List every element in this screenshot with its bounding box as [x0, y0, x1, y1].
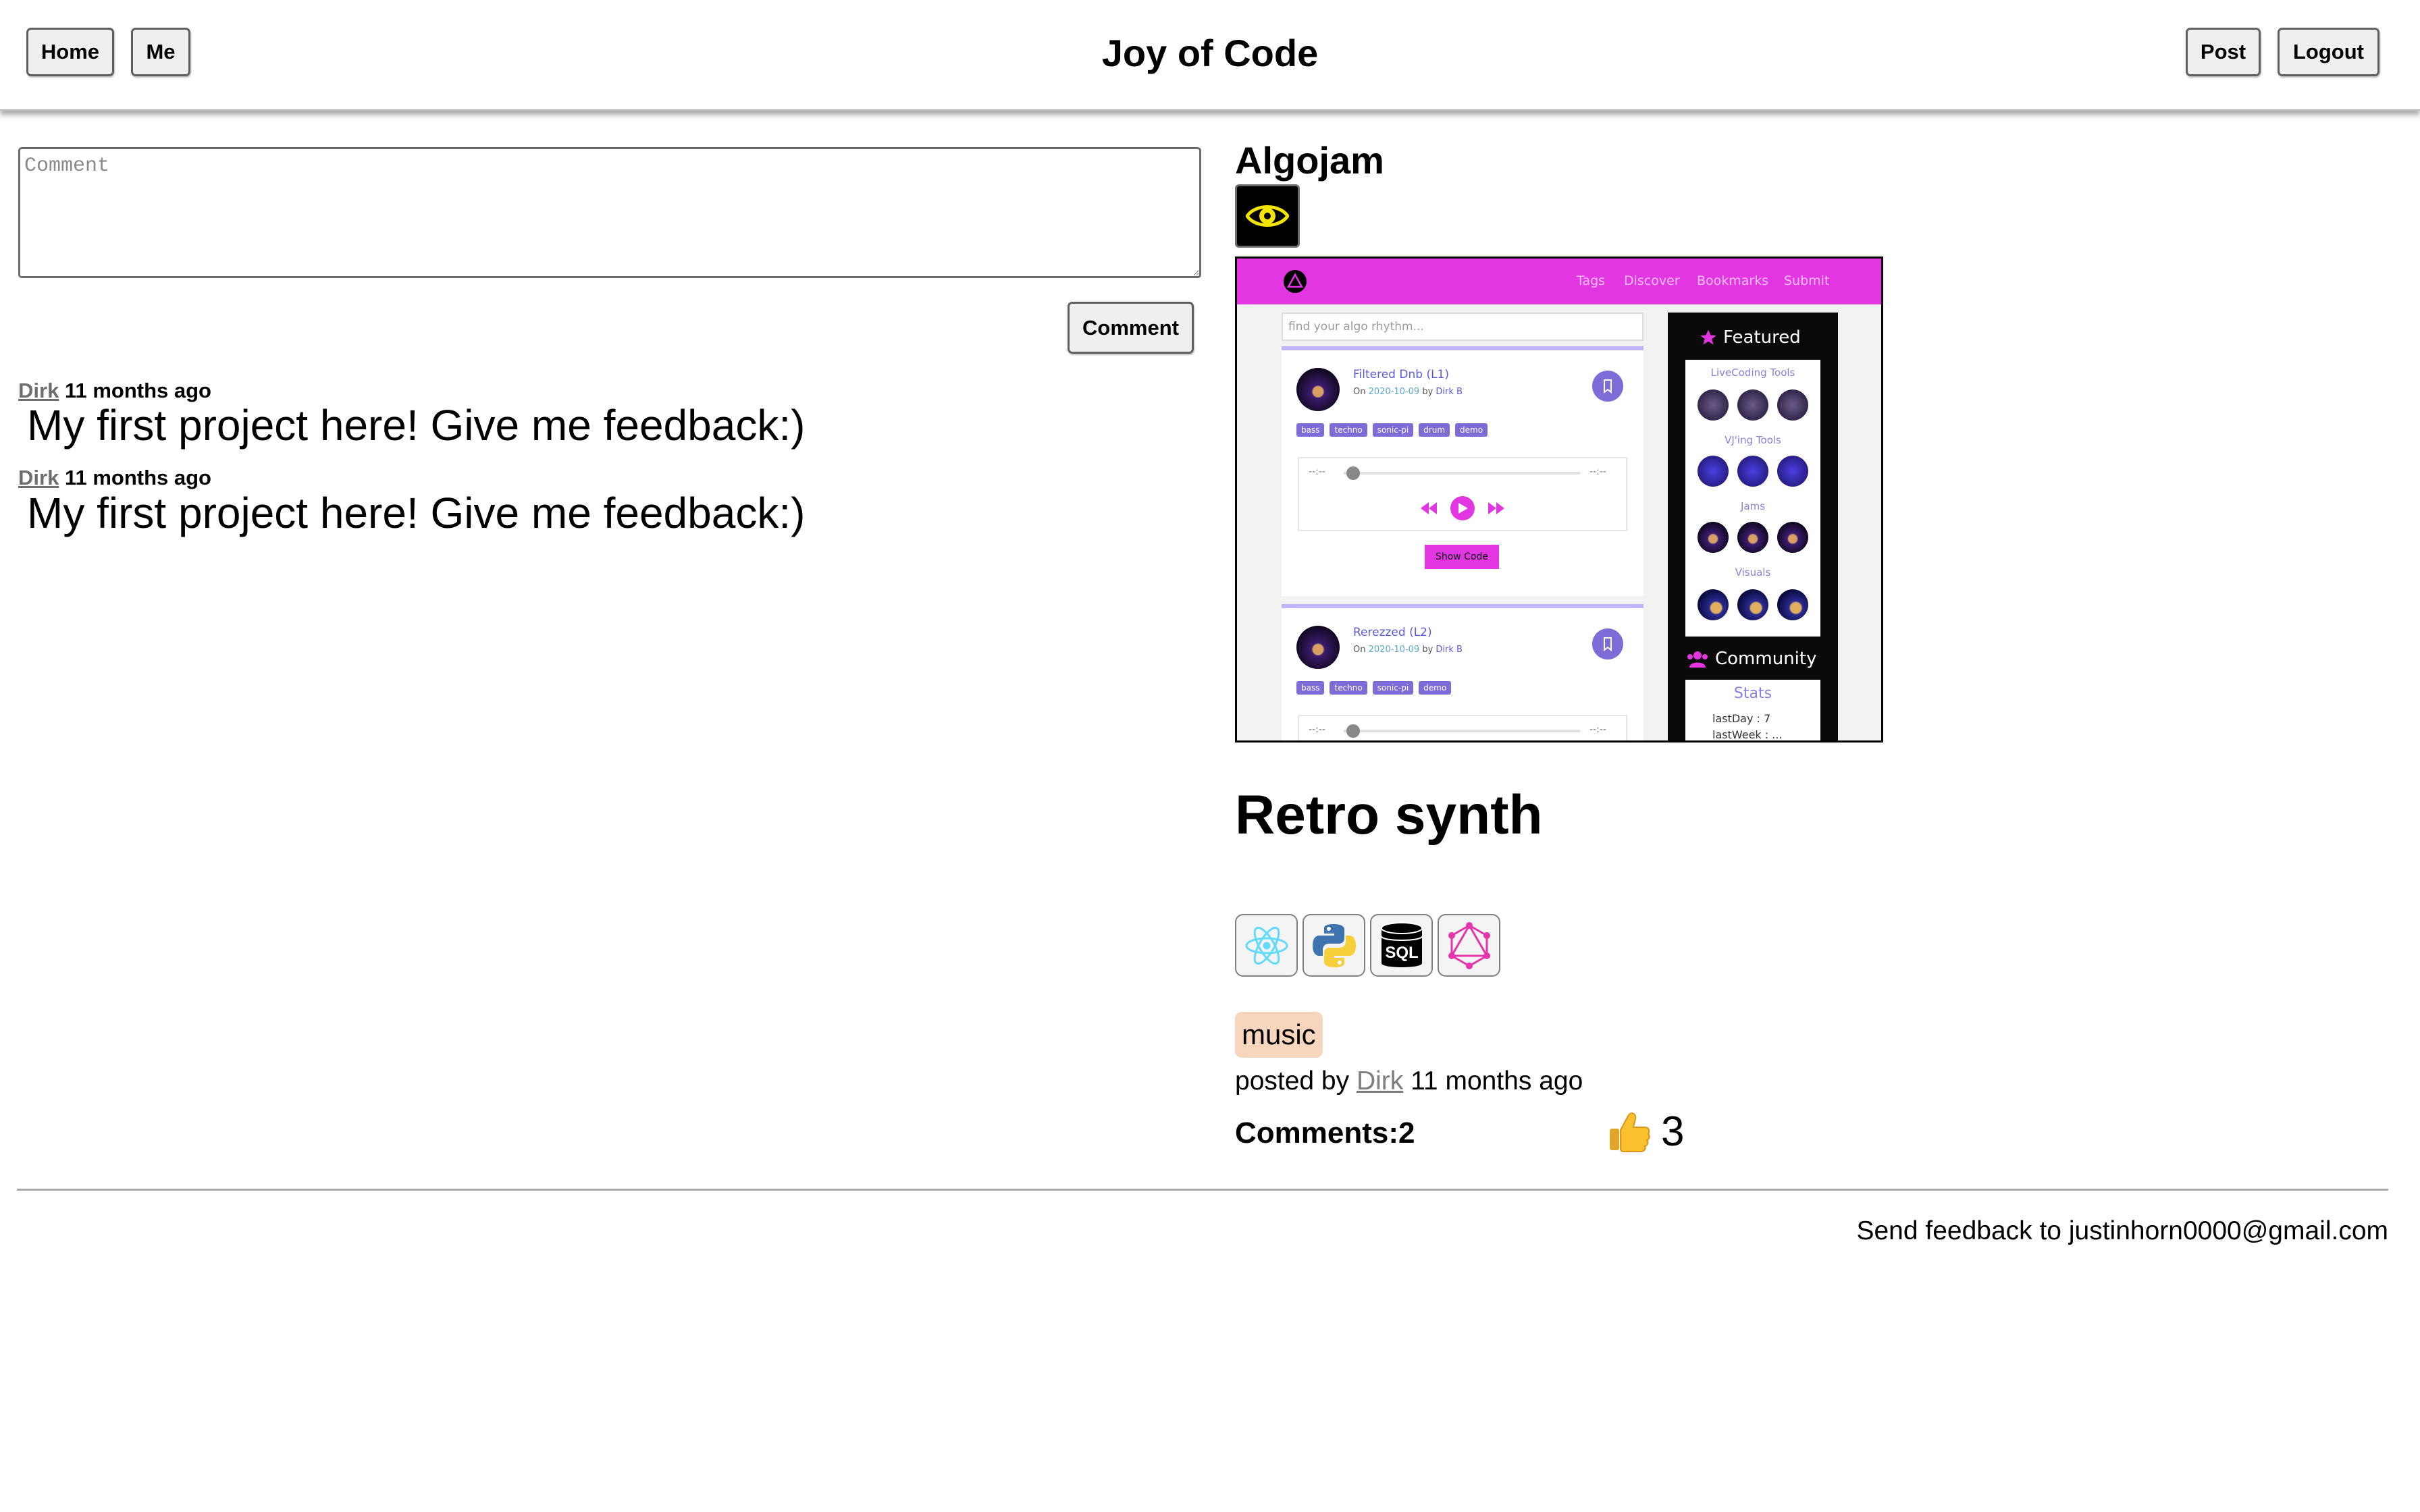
mini-search-input: find your algo rhythm... — [1282, 313, 1643, 341]
mini-community-heading: Community — [1685, 649, 1816, 669]
mini-track-meta: On 2020-10-09 by Dirk B — [1353, 387, 1463, 397]
thumbs-up-icon — [1610, 1112, 1650, 1152]
mini-bookmark-icon — [1592, 628, 1623, 659]
mini-stats-box: Stats lastDay : 7 lastWeek : ... — [1685, 680, 1820, 740]
mini-player-controls — [1421, 496, 1504, 520]
users-icon — [1687, 651, 1708, 668]
mini-logo-icon — [1284, 270, 1307, 293]
top-navbar: Home Me Joy of Code Post Logout — [0, 0, 2420, 111]
author-link[interactable]: Dirk — [1357, 1066, 1403, 1096]
mini-bookmark-icon — [1592, 371, 1623, 402]
footer-divider — [17, 1189, 2388, 1191]
mini-track-card: Filtered Dnb (L1) On 2020-10-09 by Dirk … — [1282, 346, 1643, 596]
mini-track-avatar — [1296, 368, 1340, 411]
mini-track-avatar — [1296, 626, 1340, 669]
posted-by: posted by Dirk 11 months ago — [1235, 1066, 1583, 1096]
view-project-button[interactable] — [1235, 184, 1300, 248]
comment-author-link[interactable]: Dirk — [18, 379, 59, 402]
mini-nav-link: Submit — [1784, 273, 1830, 288]
mini-nav-link: Discover — [1624, 273, 1680, 288]
mini-featured-heading: Featured — [1699, 327, 1801, 348]
mini-nav-link: Bookmarks — [1697, 273, 1769, 288]
mini-track-title: Filtered Dnb (L1) — [1353, 368, 1449, 381]
comment-text: My first project here! Give me feedback:… — [27, 401, 806, 450]
mini-audio-player: --:-- --:-- — [1298, 715, 1627, 740]
comment-submit-button[interactable]: Comment — [1068, 302, 1194, 354]
sql-database-icon: SQL — [1370, 914, 1433, 977]
mini-show-code-button: Show Code — [1425, 545, 1499, 569]
mini-track-card: Rerezzed (L2) On 2020-10-09 by Dirk B ba… — [1282, 604, 1643, 740]
project-screenshot[interactable]: Tags Discover Bookmarks Submit find your… — [1235, 256, 1883, 742]
mini-audio-player: --:-- --:-- — [1298, 457, 1627, 531]
project-subtitle: Retro synth — [1235, 784, 1543, 846]
mini-nav-link: Tags — [1577, 273, 1606, 288]
comment-time: 11 months ago — [64, 466, 211, 489]
mini-navbar: Tags Discover Bookmarks Submit — [1237, 259, 1881, 304]
logout-button[interactable]: Logout — [2278, 28, 2379, 76]
svg-text:SQL: SQL — [1385, 944, 1418, 962]
site-title: Joy of Code — [1101, 32, 1319, 74]
like-button[interactable]: 3 — [1607, 1106, 1684, 1158]
mini-tags: bass techno sonic-pi demo — [1296, 681, 1452, 695]
mini-tags: bass techno sonic-pi drum demo — [1296, 423, 1488, 437]
project-tag[interactable]: music — [1235, 1012, 1323, 1058]
mini-track-title: Rerezzed (L2) — [1353, 626, 1432, 639]
like-count: 3 — [1661, 1108, 1685, 1155]
comments-count: Comments:2 — [1235, 1116, 1415, 1150]
react-icon — [1235, 914, 1298, 977]
comment-time: 11 months ago — [64, 379, 211, 402]
comment-author-link[interactable]: Dirk — [18, 466, 59, 489]
comment-text: My first project here! Give me feedback:… — [27, 489, 806, 537]
eye-icon — [1246, 205, 1289, 227]
feedback-text: Send feedback to justinhorn0000@gmail.co… — [1856, 1216, 2388, 1245]
mini-featured-box: LiveCoding Tools VJ'ing Tools Jams Visua… — [1685, 360, 1820, 637]
graphql-icon — [1438, 914, 1500, 977]
mini-track-meta: On 2020-10-09 by Dirk B — [1353, 645, 1463, 655]
mini-sidebar: Featured LiveCoding Tools VJ'ing Tools J… — [1668, 313, 1838, 740]
comment-input[interactable] — [18, 147, 1201, 278]
star-icon — [1700, 329, 1716, 345]
post-button[interactable]: Post — [2186, 28, 2261, 76]
project-title: Algojam — [1235, 139, 1384, 182]
python-icon — [1303, 914, 1365, 977]
